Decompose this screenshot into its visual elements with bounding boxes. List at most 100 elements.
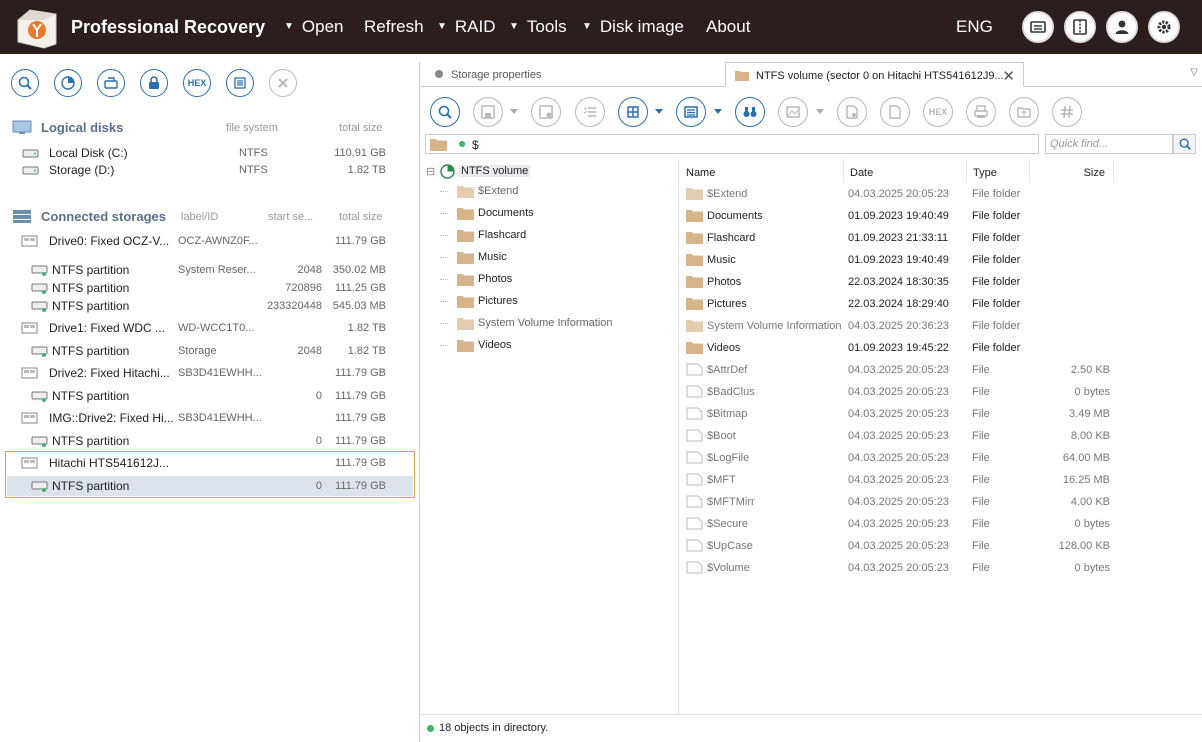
storage-drive-item[interactable]: Hitachi HTS541612J... 111.79 GB [0, 454, 420, 472]
view-mode-button[interactable] [618, 97, 648, 127]
language-selector[interactable]: ENG [956, 17, 993, 37]
tree-folder-item[interactable]: Photos [421, 271, 671, 291]
file-row[interactable]: Music 01.09.2023 19:40:49 File folder [680, 249, 1202, 271]
file-name: $Secure [707, 518, 748, 530]
panel-toggle-icon [1073, 19, 1087, 35]
file-row[interactable]: $Extend 04.03.2025 20:05:23 File folder [680, 183, 1202, 205]
file-info-button[interactable] [880, 97, 910, 127]
file-row[interactable]: $Boot 04.03.2025 20:05:23 File 8.00 KB [680, 425, 1202, 447]
file-row[interactable]: Photos 22.03.2024 18:30:35 File folder [680, 271, 1202, 293]
messages-button[interactable] [1022, 11, 1054, 43]
tree-connector [440, 257, 448, 258]
column-size[interactable]: Size [1030, 159, 1114, 183]
storage-partition-item[interactable]: NTFS partition 720896 111.25 GB [0, 279, 420, 297]
storage-partition-item[interactable]: NTFS partition 0 111.79 GB [0, 387, 420, 405]
menu-disk-image[interactable]: ▼ Disk image [582, 17, 684, 37]
tree-folder-item[interactable]: $Extend [421, 183, 671, 203]
hex-view-button[interactable]: HEX [923, 97, 953, 127]
file-type: File [972, 540, 990, 552]
column-name[interactable]: Name [680, 159, 844, 183]
checklist-button[interactable] [575, 97, 605, 127]
file-row[interactable]: Videos 01.09.2023 19:45:22 File folder [680, 337, 1202, 359]
menu-refresh[interactable]: Refresh [364, 17, 424, 37]
storage-partition-item[interactable]: NTFS partition 0 111.79 GB [0, 477, 420, 495]
file-row[interactable]: $AttrDef 04.03.2025 20:05:23 File 2.50 KB [680, 359, 1202, 381]
details-view-button[interactable] [676, 97, 706, 127]
tree-folder-item[interactable]: Videos [421, 337, 671, 357]
column-date[interactable]: Date [844, 159, 967, 183]
quick-find-input[interactable]: Quick find... [1045, 134, 1173, 154]
tree-folder-label: Flashcard [478, 229, 527, 241]
column-header: label/ID [181, 211, 219, 223]
tree-folder-item[interactable]: System Volume Information [421, 315, 671, 335]
hash-button[interactable] [1052, 97, 1082, 127]
search-icon [18, 76, 32, 90]
file-row[interactable]: $MFT 04.03.2025 20:05:23 File 16.25 MB [680, 469, 1202, 491]
menu-about[interactable]: About [706, 17, 750, 37]
tree-root[interactable]: NTFS volume [459, 165, 531, 177]
file-row[interactable]: Documents 01.09.2023 19:40:49 File folder [680, 205, 1202, 227]
file-row[interactable]: $MFTMirr 04.03.2025 20:05:23 File 4.00 KB [680, 491, 1202, 513]
menu-tools[interactable]: ▼ Tools [509, 17, 567, 37]
file-row[interactable]: $LogFile 04.03.2025 20:05:23 File 64.00 MB [680, 447, 1202, 469]
storage-partition-item[interactable]: NTFS partition 233320448 545.03 MB [0, 297, 420, 315]
menu-open[interactable]: ▼ Open [284, 17, 344, 37]
path-bar[interactable]: $ [425, 134, 1039, 154]
file-row[interactable]: $UpCase 04.03.2025 20:05:23 File 128.00 KB [680, 535, 1202, 557]
logical-disk-item[interactable]: Local Disk (C:) NTFS 110.91 GB [0, 144, 420, 162]
user-button[interactable] [1106, 11, 1138, 43]
storage-partition-item[interactable]: NTFS partition Storage 2048 1.82 TB [0, 342, 420, 360]
print-button[interactable] [966, 97, 996, 127]
lock-button[interactable] [140, 69, 168, 97]
file-row[interactable]: $BadClus 04.03.2025 20:05:23 File 0 bytes [680, 381, 1202, 403]
storage-partition-item[interactable]: NTFS partition 0 111.79 GB [0, 432, 420, 450]
storage-drive-item[interactable]: Drive1: Fixed WDC ... WD-WCC1T0... 1.82 TB [0, 319, 420, 337]
dropdown-arrow-icon[interactable] [714, 109, 722, 114]
dropdown-arrow-icon[interactable] [816, 109, 824, 114]
menu-raid[interactable]: ▼ RAID [437, 17, 496, 37]
save-options-button[interactable] [531, 97, 561, 127]
file-row[interactable]: Pictures 22.03.2024 18:29:40 File folder [680, 293, 1202, 315]
file-properties-button[interactable] [837, 97, 867, 127]
list-button[interactable] [226, 69, 254, 97]
storage-drive-item[interactable]: Drive0: Fixed OCZ-V... OCZ-AWNZ0F... 111.7… [0, 232, 420, 250]
column-header: start se... [268, 211, 314, 223]
file-list: Name Date Type Size $Extend 04.03.2025 20… [680, 159, 1202, 714]
tab-ntfs-volume[interactable]: NTFS volume (sector 0 on Hitachi HTS5416… [725, 62, 1024, 87]
storage-drive-item[interactable]: Drive2: Fixed Hitachi... SB3D41EWHH... 111… [0, 364, 420, 382]
tree-folder-item[interactable]: Flashcard [421, 227, 671, 247]
quick-find-button[interactable] [1173, 134, 1196, 154]
search-button[interactable] [11, 69, 39, 97]
file-row[interactable]: $Secure 04.03.2025 20:05:23 File 0 bytes [680, 513, 1202, 535]
tab-list-menu-icon[interactable]: ▽ [1190, 67, 1198, 78]
file-row[interactable]: $Bitmap 04.03.2025 20:05:23 File 3.49 MB [680, 403, 1202, 425]
dropdown-arrow-icon[interactable] [510, 109, 518, 114]
create-image-button[interactable] [97, 69, 125, 97]
file-row[interactable]: $Volume 04.03.2025 20:05:23 File 0 bytes [680, 557, 1202, 579]
dropdown-arrow-icon[interactable] [655, 109, 663, 114]
tree-collapse-icon[interactable]: ⊟ [426, 165, 435, 178]
find-button[interactable] [430, 97, 460, 127]
tree-folder-item[interactable]: Music [421, 249, 671, 269]
file-date: 04.03.2025 20:05:23 [848, 452, 949, 464]
hex-button[interactable]: HEX [183, 69, 211, 97]
tab-close-icon[interactable]: ✕ [1002, 67, 1015, 85]
tree-folder-item[interactable]: Documents [421, 205, 671, 225]
logical-disk-item[interactable]: Storage (D:) NTFS 1.82 TB [0, 161, 420, 179]
tree-folder-item[interactable]: Pictures [421, 293, 671, 313]
scan-button[interactable] [54, 69, 82, 97]
save-button[interactable] [473, 97, 503, 127]
file-row[interactable]: System Volume Information 04.03.2025 20:3… [680, 315, 1202, 337]
binoculars-search-button[interactable] [735, 97, 765, 127]
close-storage-button[interactable] [269, 69, 297, 97]
storage-drive-item[interactable]: IMG::Drive2: Fixed Hi... SB3D41EWHH... 111… [0, 409, 420, 427]
file-type: File folder [972, 320, 1021, 332]
storage-partition-item[interactable]: NTFS partition System Reser... 2048 350.02 … [0, 261, 420, 279]
preview-button[interactable] [778, 97, 808, 127]
settings-button[interactable] [1148, 11, 1180, 43]
panel-toggle-button[interactable] [1064, 11, 1096, 43]
file-row[interactable]: Flashcard 01.09.2023 21:33:11 File folder [680, 227, 1202, 249]
parent-folder-button[interactable] [1009, 97, 1039, 127]
column-type[interactable]: Type [967, 159, 1030, 183]
tab-storage-properties[interactable]: Storage properties [421, 62, 725, 87]
